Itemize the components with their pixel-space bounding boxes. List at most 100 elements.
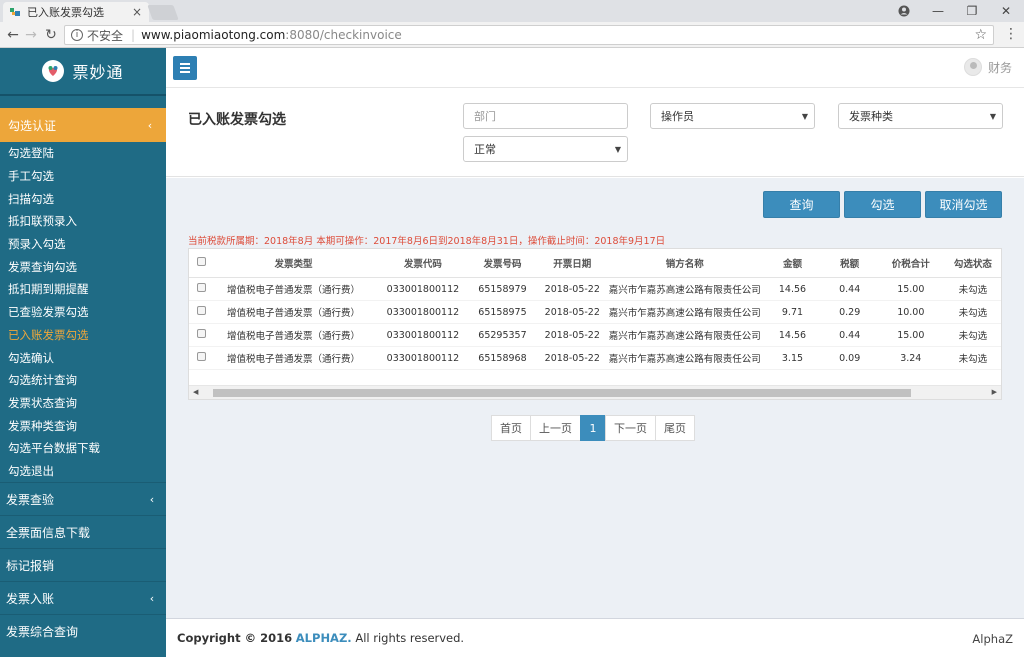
column-header[interactable]: 金额 xyxy=(762,256,822,270)
table-cell: 033001800112 xyxy=(386,306,460,318)
status-select[interactable]: 正常 ▼ xyxy=(463,136,628,162)
table-cell: 0.29 xyxy=(839,306,861,318)
table-cell: 增值税电子普通发票（通行费） xyxy=(226,285,360,296)
column-header[interactable]: 税额 xyxy=(823,256,877,270)
info-icon[interactable]: i xyxy=(71,29,83,41)
operator-select[interactable]: 操作员 ▼ xyxy=(650,103,815,129)
sidebar-menu-label: 发票查验 xyxy=(6,492,55,507)
column-header[interactable]: 发票号码 xyxy=(468,256,538,270)
uncheck-button[interactable]: 取消勾选 xyxy=(925,191,1002,218)
page-prev[interactable]: 上一页 xyxy=(530,415,581,441)
sidebar-menu-item[interactable]: 发票入账 ‹ xyxy=(0,581,166,614)
new-tab-button[interactable] xyxy=(147,5,179,20)
brand[interactable]: 票妙通 xyxy=(0,48,166,96)
browser-menu-icon[interactable]: ⋮ xyxy=(1004,26,1018,42)
footer-brand-link[interactable]: ALPHAZ. xyxy=(296,631,352,645)
url-host: www.piaomiaotong.com xyxy=(141,28,286,42)
restore-icon[interactable]: ❐ xyxy=(955,0,989,22)
sidebar-sub-item[interactable]: 发票种类查询 xyxy=(0,414,166,437)
sidebar-sub-item[interactable]: 勾选登陆 xyxy=(0,142,166,165)
sidebar-sub-item[interactable]: 勾选统计查询 xyxy=(0,369,166,392)
caret-down-icon: ▼ xyxy=(989,112,996,121)
page-last[interactable]: 尾页 xyxy=(655,415,695,441)
minimize-icon[interactable]: — xyxy=(921,0,955,22)
sidebar-sub-item[interactable]: 抵扣联预录入 xyxy=(0,210,166,233)
close-tab-icon[interactable]: × xyxy=(131,5,143,19)
scroll-right-icon[interactable]: ▶ xyxy=(992,388,997,396)
horizontal-scrollbar[interactable]: ◀ ▶ xyxy=(189,385,1001,399)
column-header[interactable]: 发票类型 xyxy=(209,256,379,270)
sidebar-sub-item[interactable]: 勾选确认 xyxy=(0,346,166,369)
query-button[interactable]: 查询 xyxy=(763,191,840,218)
table-cell: 9.71 xyxy=(781,306,804,318)
sidebar-sub-item[interactable]: 发票状态查询 xyxy=(0,392,166,415)
brand-name: 票妙通 xyxy=(72,63,124,82)
sidebar-submenu: 勾选登陆 手工勾选 扫描勾选 抵扣联预录入 预录入勾选 发票查询勾选 抵扣期到期提醒 已查验发… xyxy=(0,142,166,483)
table-row[interactable]: 增值税电子普通发票（通行费） 033001800112 65295357 2018-0… xyxy=(189,324,1001,347)
sidebar-menu-item[interactable]: 发票综合查询 xyxy=(0,614,166,647)
table-cell: 增值税电子普通发票（通行费） xyxy=(226,308,360,319)
browser-tab[interactable]: 已入账发票勾选 × xyxy=(3,2,149,22)
scrollbar-thumb[interactable] xyxy=(213,389,911,397)
user-menu[interactable]: 财务 xyxy=(963,58,1012,76)
sidebar-sub-item[interactable]: 手工勾选 xyxy=(0,165,166,188)
table-cell: 未勾选 xyxy=(958,331,988,342)
column-header[interactable]: 勾选状态 xyxy=(945,256,1001,270)
sidebar-menu-item[interactable]: 标记报销 xyxy=(0,548,166,581)
row-checkbox[interactable] xyxy=(197,306,207,315)
table-cell: 未勾选 xyxy=(958,285,988,296)
row-checkbox[interactable] xyxy=(197,283,207,292)
page-current[interactable]: 1 xyxy=(580,415,606,441)
close-window-icon[interactable]: ✕ xyxy=(989,0,1023,22)
sidebar-toggle-button[interactable] xyxy=(173,56,197,80)
sidebar-section-label: 勾选认证 xyxy=(8,118,57,133)
invoice-table: 发票类型 发票代码 发票号码 开票日期 销方名称 金额 税额 价税合计 勾选状态 增值税电子普通… xyxy=(188,248,1002,400)
sidebar-sub-item[interactable]: 已查验发票勾选 xyxy=(0,301,166,324)
forward-icon[interactable]: → xyxy=(20,24,42,46)
sidebar-menu-label: 标记报销 xyxy=(6,558,55,573)
table-cell: 嘉兴市乍嘉苏高速公路有限责任公司 xyxy=(608,331,761,342)
brand-logo-icon xyxy=(42,60,65,82)
reload-icon[interactable]: ↻ xyxy=(40,24,62,46)
table-cell: 0.09 xyxy=(839,352,861,364)
department-input[interactable]: 部门 xyxy=(463,103,628,129)
column-header[interactable]: 发票代码 xyxy=(378,256,467,270)
column-header[interactable]: 开票日期 xyxy=(537,256,607,270)
sidebar-sub-item[interactable]: 勾选退出 xyxy=(0,460,166,483)
page-next[interactable]: 下一页 xyxy=(605,415,656,441)
row-checkbox[interactable] xyxy=(197,352,207,361)
table-cell: 嘉兴市乍嘉苏高速公路有限责任公司 xyxy=(608,354,761,365)
address-bar[interactable]: i 不安全 | www.piaomiaotong.com:8080/checki… xyxy=(64,25,994,45)
browser-tabstrip: 已入账发票勾选 × — ❐ ✕ xyxy=(0,0,1024,22)
profile-icon[interactable] xyxy=(887,0,921,22)
invoice-type-select[interactable]: 发票种类 ▼ xyxy=(838,103,1003,129)
select-all-checkbox[interactable] xyxy=(197,257,207,266)
table-row[interactable]: 增值税电子普通发票（通行费） 033001800112 65158975 2018-0… xyxy=(189,301,1001,324)
avatar xyxy=(963,58,982,76)
sidebar-menu-item[interactable]: 发票查验 ‹ xyxy=(0,482,166,515)
table-cell: 033001800112 xyxy=(386,283,460,295)
sidebar-section-checkin[interactable]: 勾选认证 ‹ xyxy=(0,108,166,142)
check-button[interactable]: 勾选 xyxy=(844,191,921,218)
scroll-left-icon[interactable]: ◀ xyxy=(193,388,198,396)
table-row[interactable]: 增值税电子普通发票（通行费） 033001800112 65158968 2018-0… xyxy=(189,347,1001,370)
table-row[interactable]: 增值税电子普通发票（通行费） 033001800112 65158979 2018-0… xyxy=(189,278,1001,301)
table-cell: 未勾选 xyxy=(958,354,988,365)
content-area: 查询 勾选 取消勾选 当前税款所属期：2018年8月 本期可操作：2017年8月… xyxy=(166,178,1024,618)
table-cell: 0.44 xyxy=(839,329,861,341)
sidebar-sub-item[interactable]: 发票查询勾选 xyxy=(0,255,166,278)
table-cell: 15.00 xyxy=(897,329,925,341)
table-cell: 15.00 xyxy=(897,283,925,295)
column-header[interactable]: 销方名称 xyxy=(607,256,762,270)
page-first[interactable]: 首页 xyxy=(491,415,531,441)
column-header[interactable]: 价税合计 xyxy=(877,256,945,270)
table-cell: 033001800112 xyxy=(386,329,460,341)
bookmark-star-icon[interactable]: ☆ xyxy=(974,27,987,43)
sidebar-sub-item[interactable]: 扫描勾选 xyxy=(0,187,166,210)
sidebar-sub-item[interactable]: 勾选平台数据下载 xyxy=(0,437,166,460)
sidebar-menu-item[interactable]: 全票面信息下载 xyxy=(0,515,166,548)
sidebar-sub-item[interactable]: 预录入勾选 xyxy=(0,233,166,256)
sidebar-sub-item[interactable]: 抵扣期到期提醒 xyxy=(0,278,166,301)
sidebar-sub-item[interactable]: 已入账发票勾选 xyxy=(0,324,166,347)
row-checkbox[interactable] xyxy=(197,329,207,338)
